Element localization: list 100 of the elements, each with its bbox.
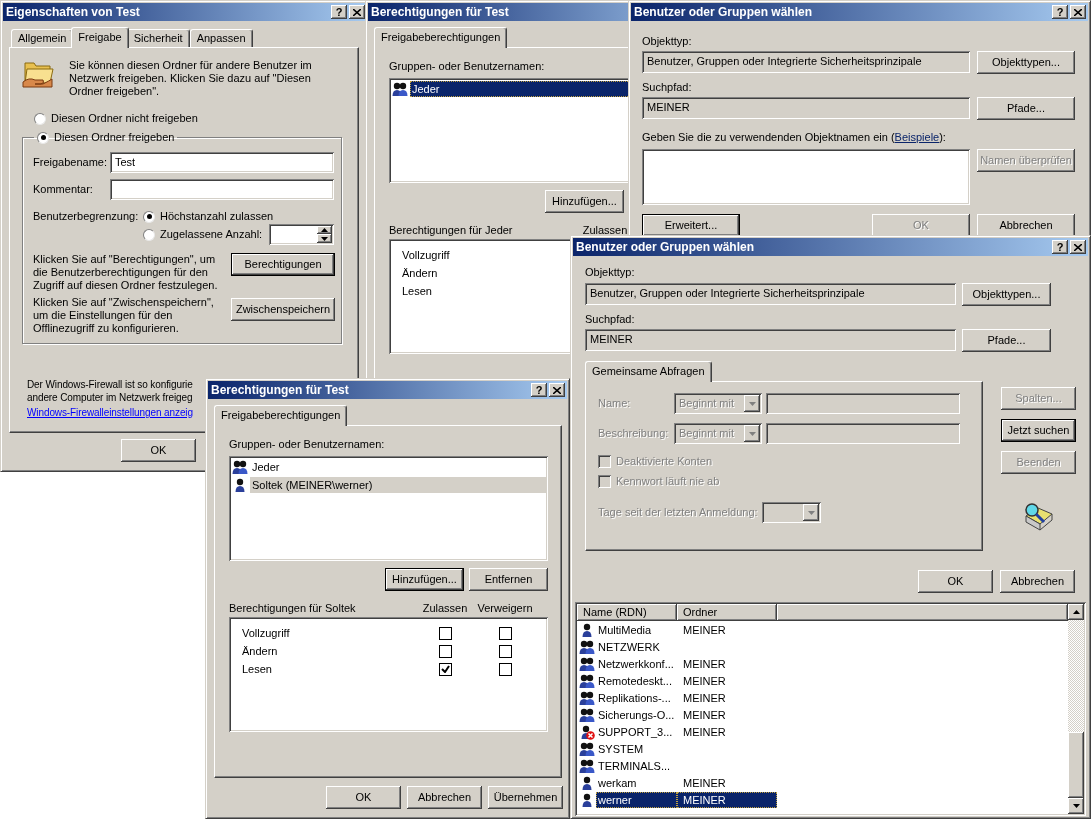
table-cell: MEINER <box>677 791 777 808</box>
group-icon <box>579 638 595 655</box>
dialog-button[interactable]: Abbrechen <box>407 786 482 809</box>
radio-label: Zugelassene Anzahl: <box>160 228 263 241</box>
dialog-button[interactable]: Abbrechen <box>1000 570 1075 593</box>
group-icon <box>232 459 248 475</box>
checkbox[interactable] <box>438 626 452 640</box>
field-label: Beschreibung: <box>598 427 670 440</box>
tab[interactable]: Gemeinsame Abfragen <box>585 361 712 382</box>
radio-button[interactable] <box>37 131 49 144</box>
close-button[interactable] <box>549 383 565 397</box>
tab[interactable]: Anpassen <box>189 29 253 47</box>
dialog-button[interactable]: Abbrechen <box>977 214 1075 237</box>
names-prompt: Geben Sie die zu verwendenden Objektnamen ein (Beispiele): <box>642 131 946 144</box>
permission-name: Lesen <box>402 284 433 298</box>
help-button[interactable]: ? <box>1052 240 1068 254</box>
scroll-down-button[interactable] <box>1068 798 1084 814</box>
table-cell[interactable]: Sicherungs-O... <box>596 706 677 723</box>
examples-link[interactable]: Beispiele <box>894 131 940 143</box>
table-cell[interactable]: Replikations-... <box>596 689 677 706</box>
close-button[interactable] <box>349 5 365 19</box>
tab[interactable]: Freigabeberechtigungen <box>374 27 508 48</box>
paths-button[interactable]: Pfade... <box>977 97 1075 120</box>
table-cell[interactable]: TERMINALS... <box>596 757 677 774</box>
group-icon <box>579 655 595 672</box>
table-cell-text: MEINER <box>682 775 727 791</box>
share-name-field[interactable]: Test <box>110 152 334 173</box>
table-cell[interactable]: SYSTEM <box>596 740 677 757</box>
caching-button[interactable]: Zwischenspeichern <box>231 298 335 321</box>
list-button[interactable]: Entfernen <box>469 568 548 591</box>
list-button[interactable]: Hinzufügen... <box>545 190 624 213</box>
radio-button[interactable] <box>34 112 46 125</box>
checkbox[interactable] <box>438 662 452 676</box>
help-button[interactable]: ? <box>331 5 347 19</box>
checkbox[interactable] <box>498 626 512 640</box>
dialog-button[interactable]: OK <box>918 570 993 593</box>
spin-down-button[interactable] <box>317 234 332 243</box>
field-label: Objekttyp: <box>585 266 635 279</box>
help-button[interactable]: ? <box>1052 5 1068 19</box>
dialog-button[interactable]: OK <box>121 439 196 462</box>
search-path-field: MEINER <box>585 329 956 351</box>
object-type-field: Benutzer, Gruppen oder Integrierte Sicherheitsprinzipale <box>585 283 956 305</box>
window-title: Benutzer oder Gruppen wählen <box>634 5 813 19</box>
tab[interactable]: Allgemein <box>11 29 74 47</box>
tab[interactable]: Sicherheit <box>126 29 190 47</box>
intro-text: Sie können diesen Ordner für andere Benutzer im Netzwerk freigeben. Klicken Sie dazu auf "Diesen Ordner freigeben". <box>69 59 313 98</box>
spin-up-button[interactable] <box>317 226 332 234</box>
checkbox-label: Deaktivierte Konten <box>616 455 712 468</box>
checkbox[interactable] <box>438 644 452 658</box>
window-title: Benutzer oder Gruppen wählen <box>576 240 755 254</box>
column-header[interactable]: Ordner <box>677 604 777 621</box>
help-button[interactable]: ? <box>531 383 547 397</box>
close-button[interactable] <box>1070 5 1086 19</box>
object-types-button[interactable]: Objekttypen... <box>977 51 1075 74</box>
checkbox[interactable] <box>498 662 512 676</box>
permission-name: Vollzugriff <box>242 626 291 640</box>
table-cell-text: MEINER <box>682 690 727 706</box>
table-cell[interactable]: werkam <box>596 774 677 791</box>
number-field[interactable] <box>269 224 334 245</box>
tab[interactable]: Freigabe <box>71 27 129 48</box>
radio-button[interactable] <box>143 210 155 223</box>
list-button[interactable]: Hinzufügen... <box>385 568 464 591</box>
column-header[interactable]: Name (RDN) <box>577 604 677 621</box>
firewall-settings-link[interactable]: Windows-Firewalleinstellungen anzeig <box>27 406 193 419</box>
scroll-thumb[interactable] <box>1068 732 1084 798</box>
close-button[interactable] <box>1070 240 1086 254</box>
advanced-button[interactable]: Erweitert... <box>642 214 740 237</box>
paths-button[interactable]: Pfade... <box>962 329 1051 352</box>
table-cell[interactable]: Netzwerkkonf... <box>596 655 677 672</box>
window-title: Berechtigungen für Test <box>371 5 509 19</box>
field-label: Freigabename: <box>33 156 108 169</box>
dialog-button[interactable]: OK <box>326 786 401 809</box>
permissions-button[interactable]: Berechtigungen <box>231 253 335 276</box>
table-cell[interactable]: NETZWERK <box>596 638 677 655</box>
checkbox[interactable] <box>498 644 512 658</box>
table-cell[interactable]: SUPPORT_3... <box>596 723 677 740</box>
table-cell[interactable]: Remotedeskt... <box>596 672 677 689</box>
radio-button[interactable] <box>143 228 155 241</box>
object-names-field[interactable] <box>642 149 970 205</box>
scroll-up-button[interactable] <box>1068 604 1084 620</box>
down-arrow-icon <box>321 236 328 241</box>
list-item[interactable]: Soltek (MEINER\werner) <box>250 477 546 493</box>
checkbox-label: Kennwort läuft nie ab <box>616 475 720 488</box>
dropdown-arrow-icon <box>748 401 756 406</box>
field-label: Benutzerbegrenzung: <box>33 210 140 224</box>
group-icon <box>579 740 595 757</box>
object-type-field: Benutzer, Gruppen oder Integrierte Sicherheitsprinzipale <box>642 51 970 73</box>
dialog-button[interactable]: Übernehmen <box>488 786 563 809</box>
up-arrow-icon <box>1072 610 1080 614</box>
close-icon <box>1074 8 1082 16</box>
table-cell[interactable]: MultiMedia <box>596 621 677 638</box>
list-item[interactable]: Jeder <box>250 459 546 475</box>
object-types-button[interactable]: Objekttypen... <box>962 283 1051 306</box>
search-button[interactable]: Jetzt suchen <box>1001 419 1076 442</box>
permission-name: Ändern <box>242 644 279 658</box>
comment-field[interactable] <box>110 179 334 200</box>
radio-label: Diesen Ordner nicht freigeben <box>51 112 198 125</box>
table-cell[interactable]: werner <box>596 791 677 808</box>
group-icon <box>579 706 595 723</box>
tab[interactable]: Freigabeberechtigungen <box>214 405 348 426</box>
